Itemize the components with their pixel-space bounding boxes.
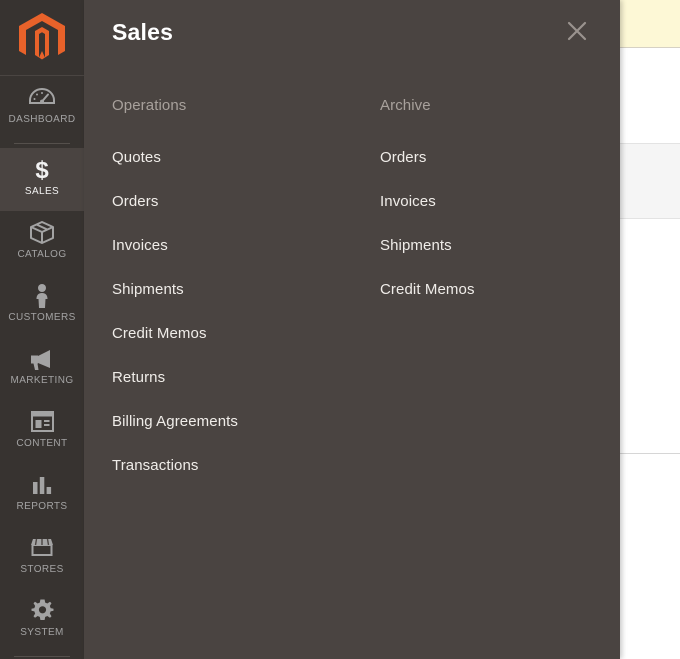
sidebar-item-label: CUSTOMERS: [8, 312, 76, 323]
dashboard-gauge-icon: [0, 85, 84, 111]
sidebar-item-sales[interactable]: $ SALES: [0, 148, 84, 211]
sidebar-item-marketing[interactable]: MARKETING: [0, 337, 84, 400]
menu-item-orders[interactable]: Orders: [112, 192, 352, 236]
menu-item-invoices[interactable]: Invoices: [112, 236, 352, 280]
gear-icon: [0, 598, 84, 624]
menu-item-quotes[interactable]: Quotes: [112, 148, 352, 192]
column-title-archive: Archive: [380, 97, 431, 114]
sidebar-item-label: DASHBOARD: [8, 114, 76, 125]
sidebar-item-label: STORES: [20, 564, 64, 575]
menu-item-archive-shipments[interactable]: Shipments: [380, 236, 620, 280]
sidebar-item-catalog[interactable]: CATALOG: [0, 211, 84, 274]
sidebar-item-label: SALES: [24, 186, 60, 197]
menu-item-billing-agreements[interactable]: Billing Agreements: [112, 412, 352, 456]
admin-sidebar: DASHBOARD $ SALES CATALOG CUSTOMERS MARK…: [0, 0, 84, 659]
sidebar-item-customers[interactable]: CUSTOMERS: [0, 274, 84, 337]
sidebar-item-stores[interactable]: STORES: [0, 526, 84, 589]
sidebar-item-reports[interactable]: REPORTS: [0, 463, 84, 526]
sidebar-item-label: CONTENT: [16, 438, 68, 449]
flyout-columns: Operations Quotes Orders Invoices Shipme…: [84, 96, 620, 500]
sidebar-item-dashboard[interactable]: DASHBOARD: [0, 76, 84, 139]
sidebar-item-label: REPORTS: [16, 501, 68, 512]
magento-logo-icon: [19, 12, 65, 59]
menu-item-archive-credit-memos[interactable]: Credit Memos: [380, 280, 620, 324]
sidebar-item-label: MARKETING: [10, 375, 74, 386]
megaphone-icon: [0, 346, 84, 372]
storefront-icon: [0, 535, 84, 561]
sales-flyout-menu: Sales Operations Quotes Orders Invoices …: [84, 0, 620, 659]
box-icon: [0, 220, 84, 246]
sidebar-item-label: CATALOG: [17, 249, 67, 260]
flyout-title: Sales: [112, 19, 174, 45]
sidebar-item-system[interactable]: SYSTEM: [0, 589, 84, 652]
bar-chart-icon: [0, 472, 84, 498]
magento-logo[interactable]: [0, 0, 84, 76]
menu-item-shipments[interactable]: Shipments: [112, 280, 352, 324]
sidebar-divider-bottom: [14, 656, 70, 657]
person-icon: [0, 283, 84, 309]
menu-item-transactions[interactable]: Transactions: [112, 456, 352, 500]
menu-column-archive: Archive Orders Invoices Shipments Credit…: [352, 96, 620, 500]
column-title-operations: Operations: [112, 97, 187, 114]
magento-admin-screen: ob is runn d. To ena Most Vi any record: [0, 0, 680, 659]
sidebar-item-content[interactable]: CONTENT: [0, 400, 84, 463]
sidebar-item-label: SYSTEM: [20, 627, 64, 638]
menu-item-returns[interactable]: Returns: [112, 368, 352, 412]
close-button[interactable]: [560, 14, 594, 48]
svg-text:$: $: [35, 157, 49, 183]
menu-item-archive-orders[interactable]: Orders: [380, 148, 620, 192]
menu-column-operations: Operations Quotes Orders Invoices Shipme…: [84, 96, 352, 500]
sidebar-divider-top: [14, 143, 70, 144]
layout-panel-icon: [0, 409, 84, 435]
close-icon: [567, 21, 587, 41]
dollar-sign-icon: $: [0, 157, 84, 183]
menu-item-credit-memos[interactable]: Credit Memos: [112, 324, 352, 368]
menu-item-archive-invoices[interactable]: Invoices: [380, 192, 620, 236]
